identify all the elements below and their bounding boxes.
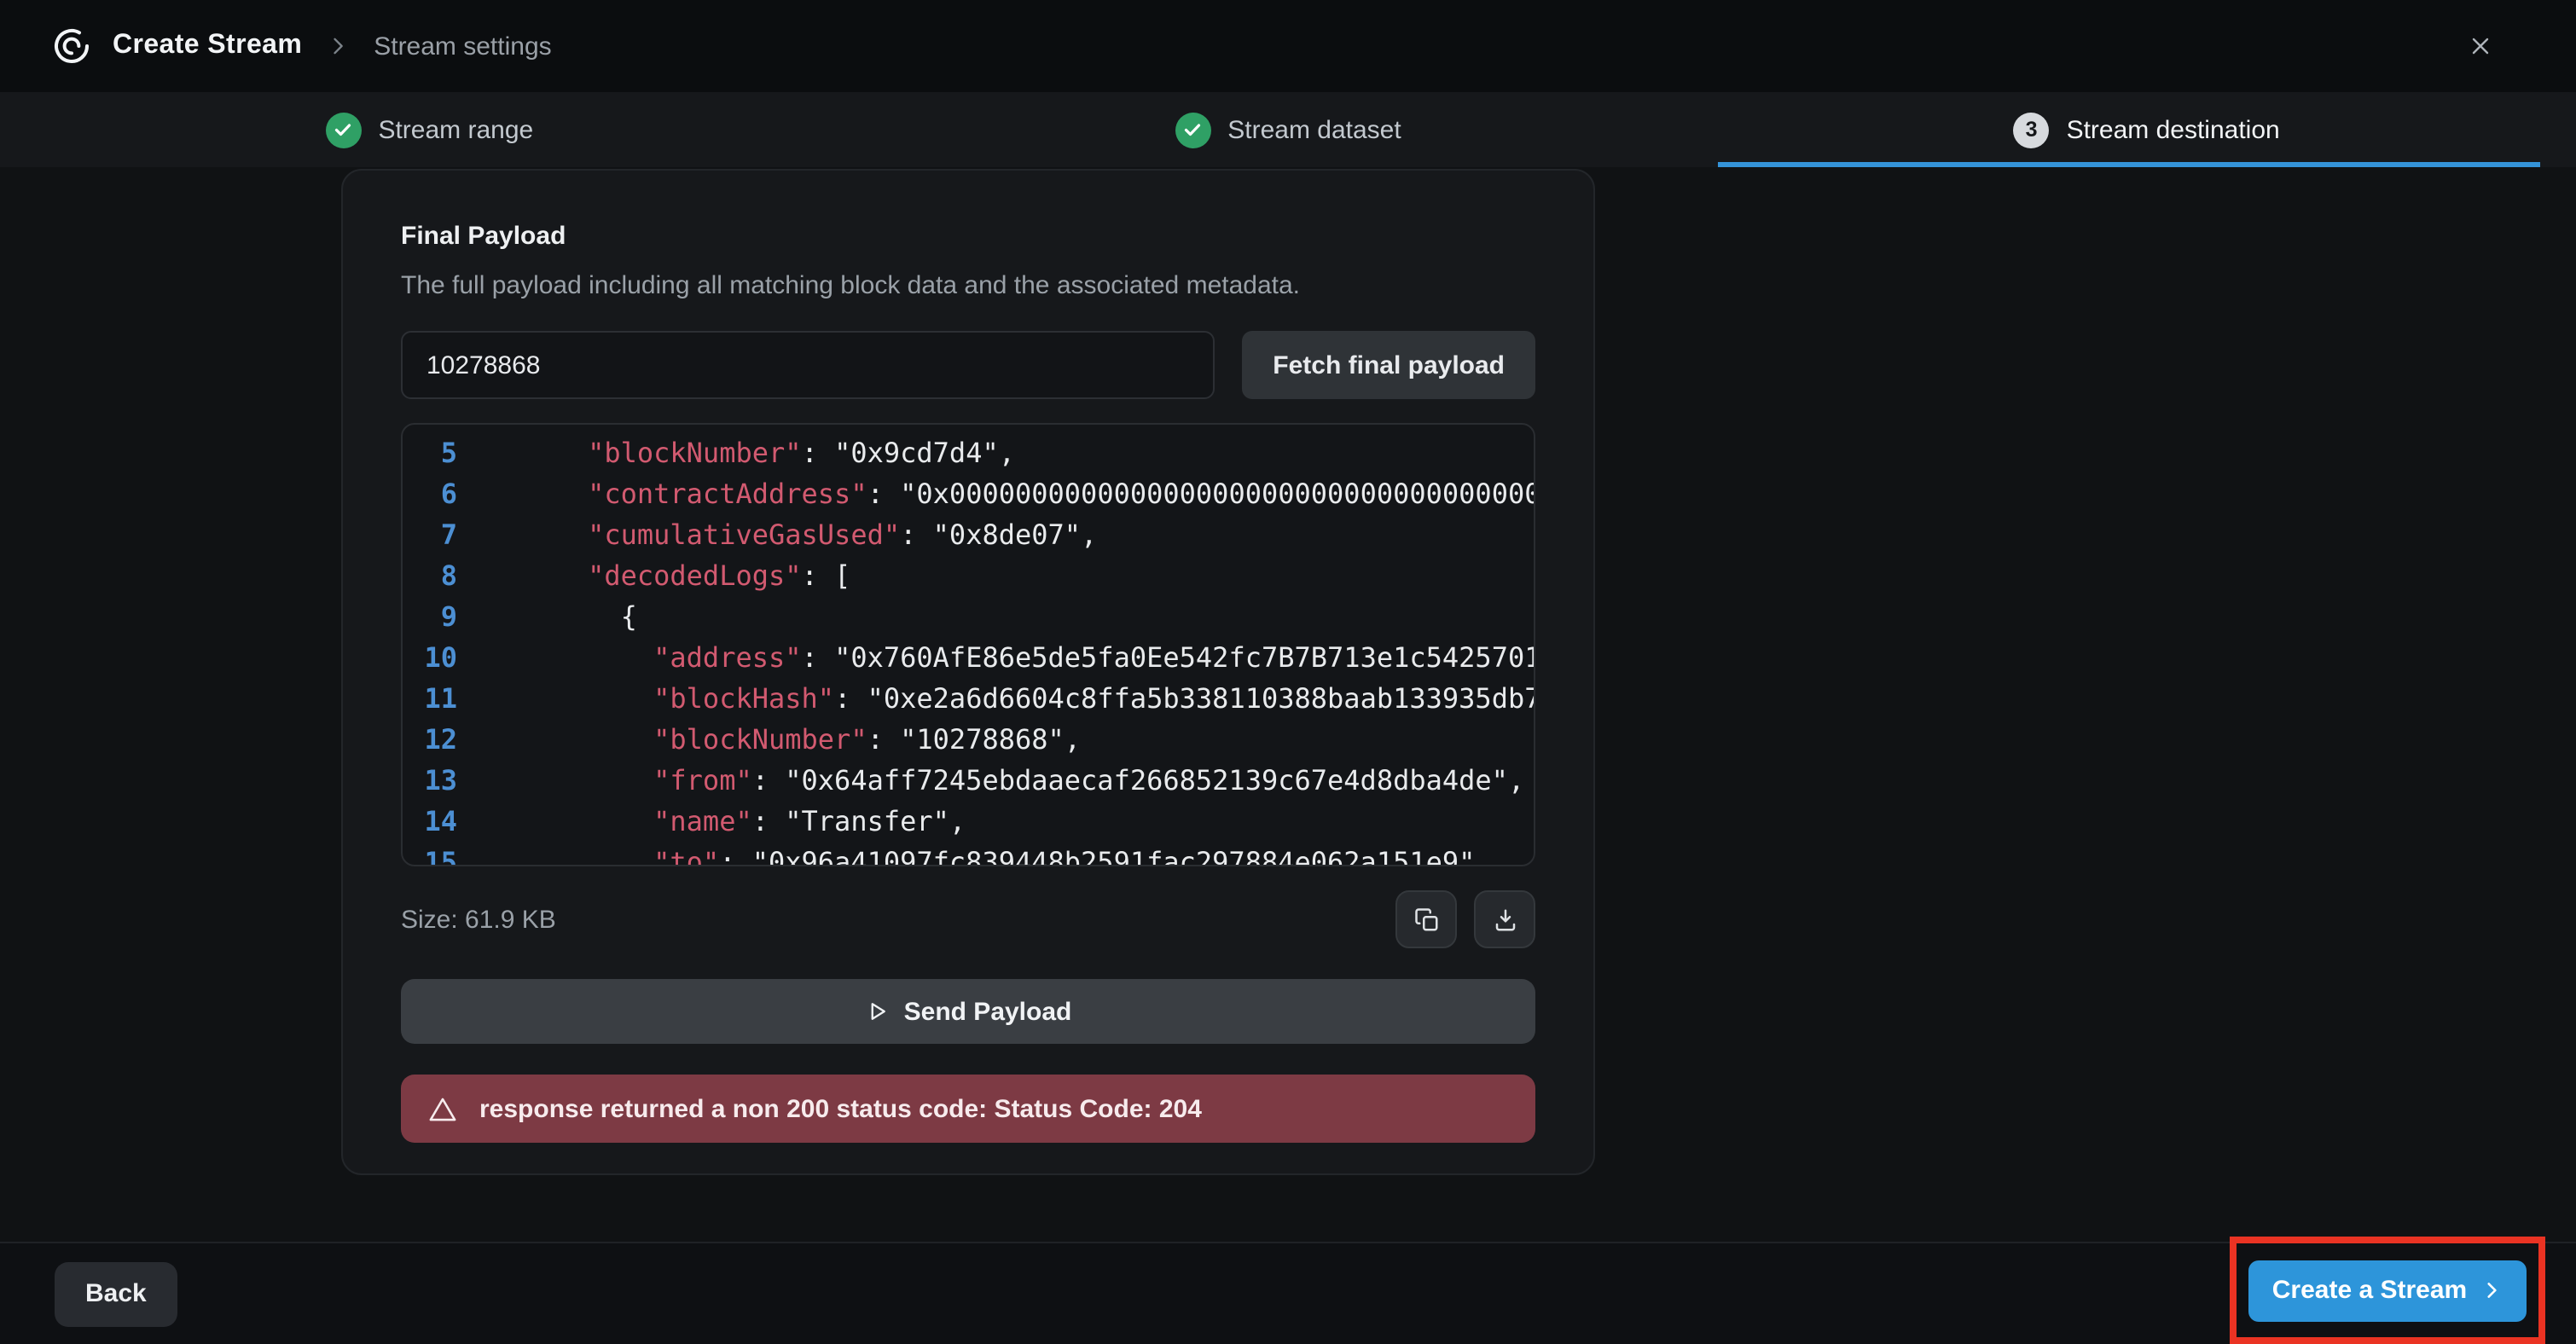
- close-button[interactable]: [2457, 22, 2504, 70]
- warning-icon: [428, 1094, 457, 1123]
- size-row: Size: 61.9 KB: [401, 890, 1535, 948]
- code-line: 9 {: [403, 597, 1534, 638]
- step-stream-range[interactable]: Stream range: [0, 92, 859, 167]
- payload-code-viewer[interactable]: 5 "blockNumber": "0x9cd7d4",6 "contractA…: [401, 423, 1535, 866]
- code-line: 13 "from": "0x64aff7245ebdaaecaf26685213…: [403, 761, 1534, 802]
- breadcrumb-subtitle: Stream settings: [374, 32, 551, 61]
- error-banner: response returned a non 200 status code:…: [401, 1075, 1535, 1143]
- footer: Back: [0, 1242, 2576, 1344]
- copy-payload-button[interactable]: [1395, 890, 1457, 948]
- code-line: 8 "decodedLogs": [: [403, 556, 1534, 597]
- step-stream-dataset[interactable]: Stream dataset: [859, 92, 1718, 167]
- page-title: Create Stream: [113, 31, 302, 61]
- step-label: Stream range: [378, 115, 533, 144]
- error-message: response returned a non 200 status code:…: [479, 1094, 1202, 1123]
- header: Create Stream Stream settings: [0, 0, 2576, 92]
- chevron-right-icon: [2480, 1279, 2503, 1301]
- stepper: Stream range Stream dataset 3 Stream des…: [0, 92, 2576, 167]
- check-icon: [1175, 112, 1210, 148]
- fetch-row: Fetch final payload: [401, 331, 1535, 399]
- check-icon: [325, 112, 361, 148]
- copy-icon: [1413, 907, 1439, 932]
- send-payload-button[interactable]: Send Payload: [401, 979, 1535, 1044]
- code-line: 6 "contractAddress": "0x0000000000000000…: [403, 474, 1534, 515]
- download-icon: [1492, 907, 1517, 932]
- download-payload-button[interactable]: [1474, 890, 1535, 948]
- card-title: Final Payload: [401, 222, 1535, 251]
- step-stream-destination[interactable]: 3 Stream destination: [1717, 92, 2576, 167]
- create-stream-label: Create a Stream: [2272, 1276, 2467, 1305]
- fetch-final-payload-button[interactable]: Fetch final payload: [1242, 331, 1535, 399]
- create-stream-window: Create Stream Stream settings Stream ran…: [0, 0, 2576, 1344]
- close-icon: [2467, 32, 2494, 60]
- code-line: 15 "to": "0x96a41097fc839448b2591fac2978…: [403, 843, 1534, 866]
- play-icon: [865, 999, 889, 1023]
- code-line: 7 "cumulativeGasUsed": "0x8de07",: [403, 515, 1534, 556]
- code-line: 14 "name": "Transfer",: [403, 802, 1534, 843]
- code-line: 10 "address": "0x760AfE86e5de5fa0Ee542fc…: [403, 638, 1534, 679]
- step-label: Stream destination: [2067, 115, 2280, 144]
- step-label: Stream dataset: [1227, 115, 1401, 144]
- main-content: Final Payload The full payload including…: [0, 167, 2576, 1242]
- block-number-input[interactable]: [401, 331, 1215, 399]
- app-logo-icon: [51, 26, 92, 67]
- code-lines: 5 "blockNumber": "0x9cd7d4",6 "contractA…: [403, 433, 1534, 866]
- step-number-badge: 3: [2014, 112, 2050, 148]
- card-description: The full payload including all matching …: [401, 271, 1535, 300]
- code-line: 12 "blockNumber": "10278868",: [403, 720, 1534, 761]
- code-line: 11 "blockHash": "0xe2a6d6604c8ffa5b33811…: [403, 679, 1534, 720]
- create-stream-button[interactable]: Create a Stream: [2248, 1260, 2527, 1321]
- breadcrumb-chevron-icon: [326, 34, 350, 58]
- final-payload-card: Final Payload The full payload including…: [341, 169, 1595, 1175]
- payload-size-label: Size: 61.9 KB: [401, 905, 556, 934]
- code-line: 5 "blockNumber": "0x9cd7d4",: [403, 433, 1534, 474]
- back-button[interactable]: Back: [55, 1261, 177, 1326]
- send-payload-label: Send Payload: [904, 997, 1072, 1026]
